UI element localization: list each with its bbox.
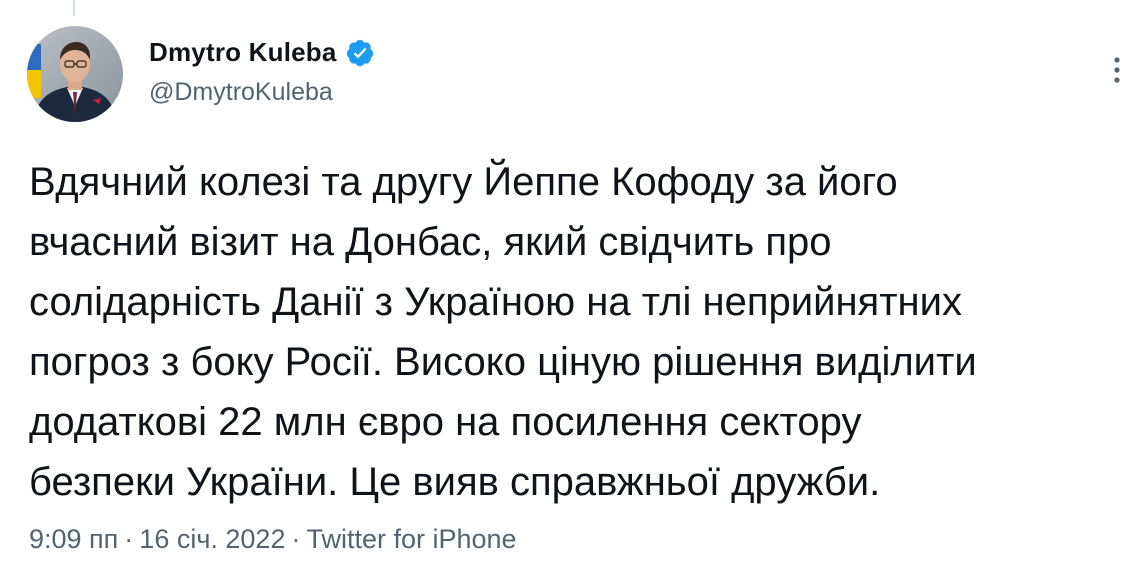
thread-connector-line [73,0,75,16]
author-display-name[interactable]: Dmytro Kuleba [149,37,337,68]
tweet-meta: 9:09 пп · 16 січ. 2022 · Twitter for iPhone [29,524,517,555]
author-name-row: Dmytro Kuleba [149,37,375,68]
tweet-time-link[interactable]: 9:09 пп [29,524,118,554]
tweet-text-line: безпеки України. Це вияв справжньої друж… [29,460,881,504]
tweet-text: Вдячний колезі та другу Йеппе Кофоду за … [29,152,1119,512]
author-handle[interactable]: @DmytroKuleba [149,78,333,107]
tweet-text-line: погроз з боку Росії. Високо ціную рішенн… [29,340,977,384]
tweet-text-line: вчасний візит на Донбас, який свідчить п… [29,220,832,264]
meta-separator: · [124,524,134,554]
more-options-icon[interactable] [1112,55,1122,85]
meta-separator: · [291,524,301,554]
verified-badge-icon [345,38,375,68]
tweet-text-line: Вдячний колезі та другу Йеппе Кофоду за … [29,160,898,204]
tweet-source-link[interactable]: Twitter for iPhone [306,524,516,554]
avatar[interactable] [27,26,123,122]
tweet-date-link[interactable]: 16 січ. 2022 [139,524,285,554]
tweet-text-line: солідарність Данії з Україною на тлі неп… [29,280,962,324]
tweet-text-line: додаткові 22 млн євро на посилення секто… [29,400,862,444]
